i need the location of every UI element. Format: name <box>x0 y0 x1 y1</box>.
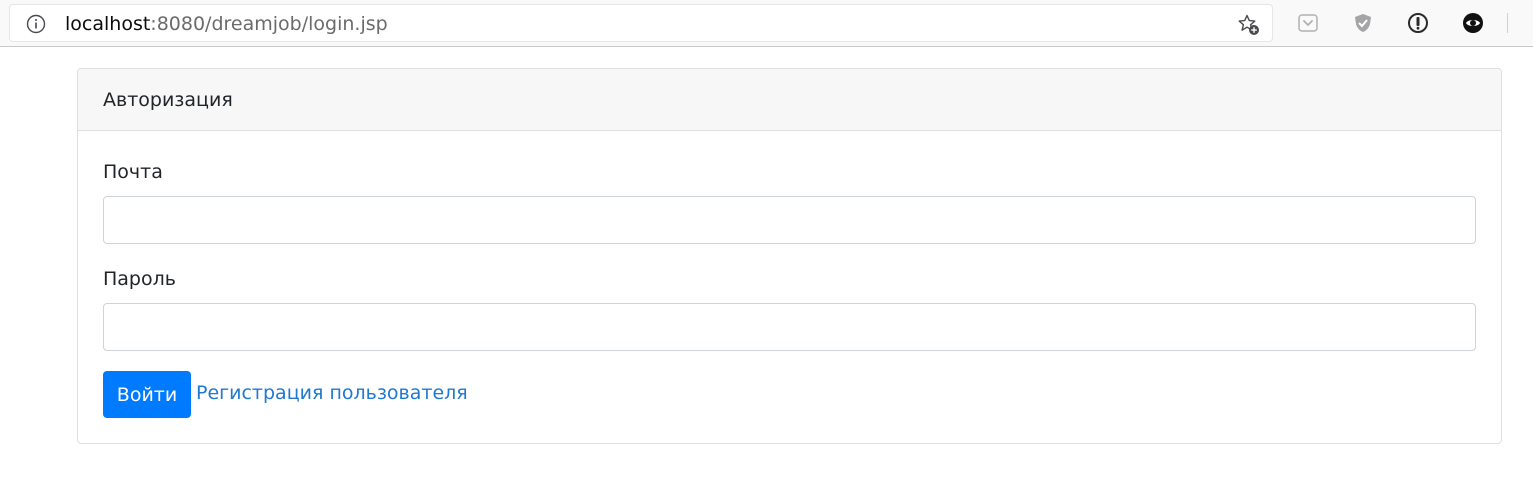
password-field[interactable] <box>103 303 1476 351</box>
password-label: Пароль <box>103 268 176 290</box>
email-label: Почта <box>103 161 163 183</box>
toolbar-separator <box>1507 13 1508 33</box>
register-link[interactable]: Регистрация пользователя <box>196 382 468 404</box>
address-bar[interactable]: localhost:8080/dreamjob/login.jsp <box>9 4 1273 42</box>
login-card: Авторизация Почта Пароль Войти Регистрац… <box>77 68 1502 444</box>
sync-icon[interactable] <box>1462 12 1484 34</box>
url-text[interactable]: localhost:8080/dreamjob/login.jsp <box>65 13 388 35</box>
star-add-icon[interactable] <box>1237 13 1261 37</box>
info-icon[interactable] <box>26 14 46 34</box>
browser-toolbar: localhost:8080/dreamjob/login.jsp <box>0 0 1533 47</box>
url-path: :8080/dreamjob/login.jsp <box>150 13 388 35</box>
card-title: Авторизация <box>103 89 233 111</box>
card-header: Авторизация <box>78 69 1501 131</box>
email-field[interactable] <box>103 196 1476 244</box>
password-manager-icon[interactable] <box>1407 12 1429 34</box>
login-button[interactable]: Войти <box>103 371 191 418</box>
pocket-icon[interactable] <box>1297 12 1319 34</box>
url-host: localhost <box>65 13 151 35</box>
shield-icon[interactable] <box>1352 12 1374 34</box>
